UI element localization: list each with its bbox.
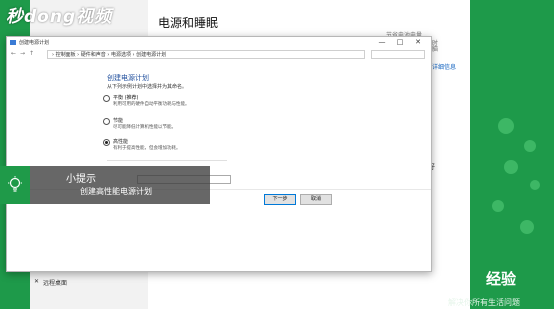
tip-subtitle: 创建高性能电源计划 <box>80 187 152 196</box>
next-button[interactable]: 下一步 <box>264 194 296 205</box>
video-watermark-logo: 秒dong视频 <box>6 7 113 27</box>
power-options-icon <box>10 40 16 45</box>
decor-bubble <box>498 118 514 134</box>
decor-bubble <box>504 160 518 174</box>
decor-bubble <box>524 140 536 152</box>
search-input[interactable] <box>371 50 425 59</box>
remote-desktop-icon: ✕ <box>34 278 40 285</box>
forward-arrow-icon[interactable]: → <box>20 50 25 57</box>
lightbulb-icon <box>0 166 30 204</box>
decor-bubble <box>530 180 540 190</box>
breadcrumb[interactable]: › 控制面板 › 硬件和声音 › 电源选项 › 创建电源计划 <box>47 50 365 59</box>
brand-tagline: 解决你所有生活问题 <box>448 298 520 307</box>
option-power-saver-label: 节能 <box>113 118 124 124</box>
radio-high-performance[interactable] <box>103 139 110 146</box>
address-bar: ← → ↑ › 控制面板 › 硬件和声音 › 电源选项 › 创建电源计划 <box>11 50 425 60</box>
create-power-plan-dialog: 创建电源计划 — □ ✕ ← → ↑ › 控制面板 › 硬件和声音 › 电源选项… <box>6 36 432 272</box>
option-balanced-desc: 利用可用的硬件自动平衡功耗与性能。 <box>113 102 190 107</box>
divider <box>107 160 227 161</box>
option-high-performance-desc: 有利于提高性能，但会增加功耗。 <box>113 146 181 151</box>
section-heading: 创建电源计划 <box>107 74 149 82</box>
page-title: 电源和睡眠 <box>158 16 219 30</box>
cancel-button[interactable]: 取消 <box>300 194 332 205</box>
minimize-button[interactable]: — <box>375 38 389 46</box>
tip-banner <box>30 166 210 204</box>
maximize-button[interactable]: □ <box>393 38 407 46</box>
tip-title: 小提示 <box>66 174 96 185</box>
back-arrow-icon[interactable]: ← <box>11 50 16 57</box>
dialog-titlebar[interactable]: 创建电源计划 — □ ✕ <box>7 37 431 49</box>
radio-power-saver[interactable] <box>103 118 110 125</box>
option-high-performance-label: 高性能 <box>113 139 129 145</box>
decor-bubble <box>520 220 534 234</box>
section-subheading: 从下列示例计划中选择并为其命名。 <box>107 84 188 90</box>
radio-balanced[interactable] <box>103 95 110 102</box>
decor-bubble <box>492 200 504 212</box>
close-button[interactable]: ✕ <box>411 38 425 46</box>
option-balanced-label: 平衡 (推荐) <box>113 95 139 101</box>
brand-name: 经验 <box>486 270 517 288</box>
dialog-title: 创建电源计划 <box>19 40 50 46</box>
option-power-saver-desc: 尽可能降低计算机性能以节能。 <box>113 125 176 130</box>
up-arrow-icon[interactable]: ↑ <box>29 50 34 57</box>
sidebar-item-remote-desktop[interactable]: ✕ 远程桌面 <box>34 278 67 287</box>
